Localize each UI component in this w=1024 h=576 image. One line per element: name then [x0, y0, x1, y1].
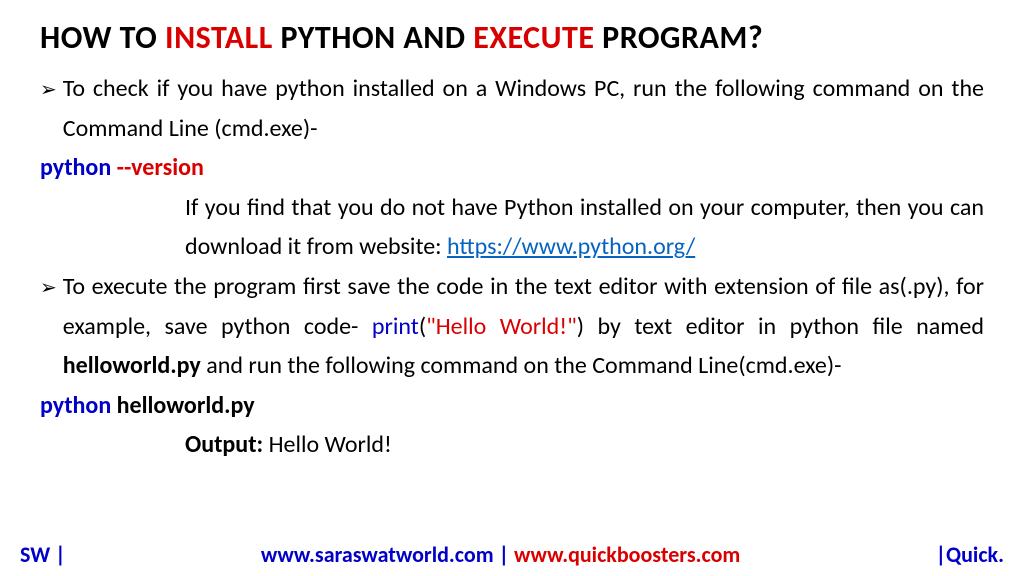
code-paren: ): [577, 312, 584, 341]
bullet-arrow-icon: ➢: [40, 74, 57, 107]
output-line: Output: Hello World!: [40, 425, 984, 465]
title-part: PROGRAM?: [594, 18, 763, 57]
title-part: PYTHON AND: [273, 18, 474, 57]
cmd-flag: --version: [117, 153, 204, 182]
command-line-1: python --version: [40, 148, 984, 188]
slide-body: ➢ To check if you have python installed …: [40, 69, 984, 465]
footer-right: |Quick.: [936, 541, 1004, 568]
python-org-link[interactable]: https://www.python.org/: [447, 232, 695, 261]
footer-left: SW |: [20, 541, 66, 568]
code-string: "Hello World!": [426, 312, 577, 341]
bullet-item-2: ➢ To execute the program first save the …: [40, 267, 984, 386]
footer-url-2: www.quickboosters.com: [514, 541, 740, 568]
footer-center: www.saraswatworld.com | www.quickbooster…: [261, 541, 740, 568]
title-execute: EXECUTE: [473, 18, 594, 57]
bullet-2-content: To execute the program first save the co…: [63, 267, 984, 386]
bullet-item-1: ➢ To check if you have python installed …: [40, 69, 984, 148]
slide-title: HOW TO INSTALL PYTHON AND EXECUTE PROGRA…: [40, 18, 984, 57]
bullet-1-text: To check if you have python installed on…: [63, 69, 984, 148]
code-paren: (: [419, 312, 426, 341]
filename: helloworld.py: [63, 351, 201, 380]
code-print: print: [372, 312, 419, 341]
footer-url-1: www.saraswatworld.com |: [261, 541, 514, 568]
bullet-2-after: by text editor in python file named: [584, 312, 984, 341]
cmd-python: python: [40, 153, 117, 182]
title-install: INSTALL: [165, 18, 273, 57]
download-info: If you find that you do not have Python …: [40, 188, 984, 267]
output-value: Hello World!: [269, 430, 392, 459]
slide-footer: SW | www.saraswatworld.com | www.quickbo…: [0, 541, 1024, 568]
cmd-file: helloworld.py: [117, 391, 255, 420]
command-line-2: python helloworld.py: [40, 386, 984, 426]
title-part: HOW TO: [40, 18, 165, 57]
output-label: Output:: [185, 430, 269, 459]
cmd-python: python: [40, 391, 117, 420]
bullet-2-tail: and run the following command on the Com…: [201, 351, 842, 380]
bullet-arrow-icon: ➢: [40, 272, 57, 305]
